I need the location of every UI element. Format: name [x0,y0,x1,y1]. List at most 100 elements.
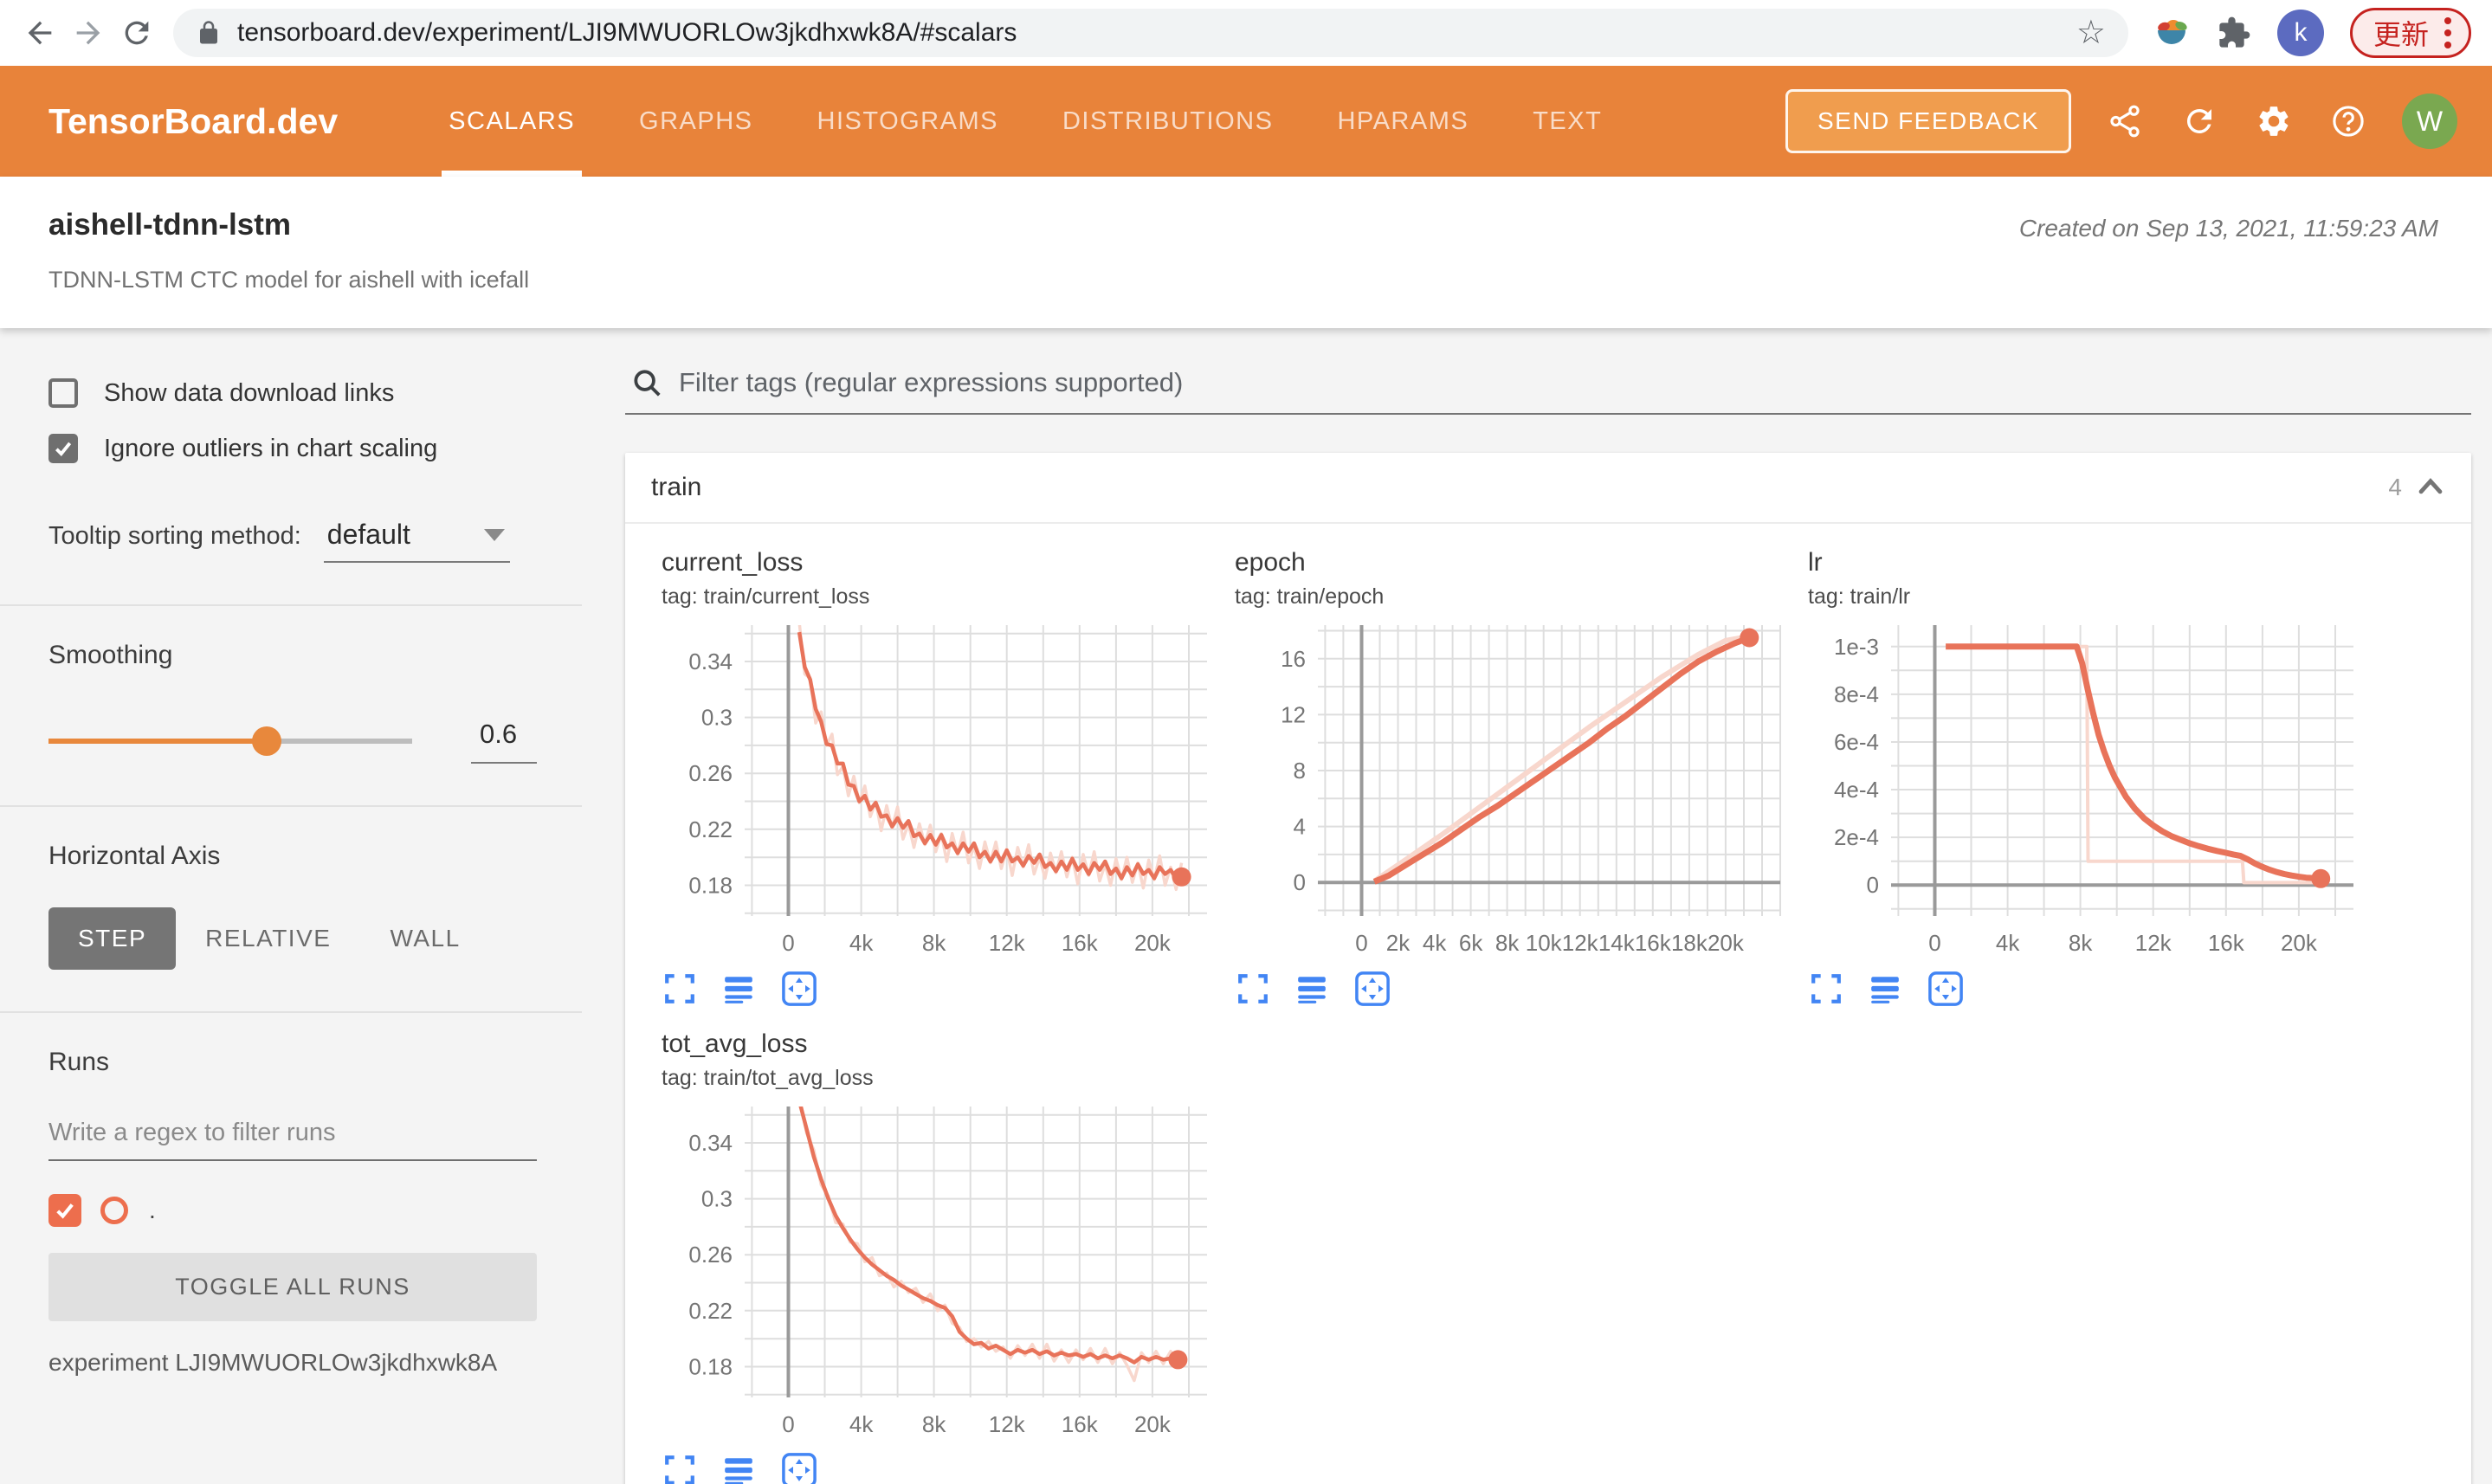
experiment-header: aishell-tdnn-lstm TDNN-LSTM CTC model fo… [0,177,2492,328]
browser-profile-avatar[interactable]: k [2276,10,2324,56]
line-chart[interactable]: 0 2k 4k 6k 8k 10k 12k 14k 16k 18k 20k 0 4 8 12 16 [1235,618,1789,967]
svg-text:0.22: 0.22 [688,816,733,842]
app-logo: TensorBoard.dev [48,100,339,141]
refresh-icon[interactable] [2179,100,2220,142]
runs-selector-icon[interactable] [722,972,755,1005]
runs-selector-icon[interactable] [1295,972,1328,1005]
tooltip-sorting-select[interactable]: default [323,519,510,563]
filter-tags-row [625,366,2471,415]
svg-text:0: 0 [1928,930,1940,956]
ignore-outliers-checkbox[interactable]: Ignore outliers in chart scaling [48,434,537,463]
chevron-down-icon [483,528,505,541]
svg-text:8k: 8k [922,930,946,956]
extension-bowl-icon[interactable] [2153,14,2191,52]
chevron-up-icon[interactable] [2416,475,2445,500]
smoothing-value-input[interactable]: 0.6 [471,719,537,764]
svg-text:12k: 12k [989,1411,1026,1437]
url-bar[interactable]: tensorboard.dev/experiment/LJI9MWUORLOw3… [173,9,2128,57]
svg-text:8k: 8k [1495,930,1520,956]
svg-text:20k: 20k [1708,930,1745,956]
bookmark-star-icon[interactable]: ☆ [2076,16,2106,49]
filter-tags-input[interactable] [679,367,2468,398]
train-group-header[interactable]: train 4 [625,453,2471,524]
expand-chart-icon[interactable] [1810,972,1843,1005]
tab-histograms[interactable]: HISTOGRAMS [810,66,1005,177]
svg-text:8k: 8k [2069,930,2093,956]
show-download-links-checkbox[interactable]: Show data download links [48,378,537,408]
extensions-puzzle-icon[interactable] [2217,16,2251,50]
svg-text:0.34: 0.34 [688,1130,733,1156]
app-header: TensorBoard.dev SCALARS GRAPHS HISTOGRAM… [0,66,2492,177]
axis-wall-button[interactable]: WALL [360,907,489,970]
line-chart[interactable]: 0 4k 8k 12k 16k 20k 0.18 0.22 0.26 0.3 0.34 [662,618,1216,967]
back-button[interactable] [16,9,64,57]
chart-tag: tag: train/tot_avg_loss [662,1066,874,1090]
tab-text[interactable]: TEXT [1526,66,1609,177]
svg-text:1e-3: 1e-3 [1834,634,1879,660]
svg-text:16: 16 [1281,646,1306,672]
line-chart[interactable]: 0 4k 8k 12k 16k 20k 0.18 0.22 0.26 0.3 0.34 [662,1100,1216,1449]
runs-selector-icon[interactable] [722,1454,755,1484]
svg-text:12k: 12k [1562,930,1599,956]
slider-thumb[interactable] [252,726,281,756]
svg-text:0.3: 0.3 [701,705,733,731]
svg-text:8e-4: 8e-4 [1834,681,1879,707]
chart-title: tot_avg_loss [662,1029,808,1058]
settings-gear-icon[interactable] [2253,100,2295,142]
forward-button[interactable] [64,9,113,57]
fit-domain-icon[interactable] [1354,971,1391,1007]
chart-tag: tag: train/current_loss [662,584,870,609]
user-avatar[interactable]: W [2402,94,2457,149]
help-icon[interactable] [2327,100,2369,142]
checkbox-unchecked-icon[interactable] [48,378,78,408]
svg-text:14k: 14k [1598,930,1636,956]
svg-text:6e-4: 6e-4 [1834,729,1879,755]
toggle-all-runs-button[interactable]: TOGGLE ALL RUNS [48,1253,537,1321]
tab-hparams[interactable]: HPARAMS [1330,66,1475,177]
expand-chart-icon[interactable] [663,972,696,1005]
experiment-name: aishell-tdnn-lstm [48,208,292,242]
chart-tag: tag: train/lr [1808,584,1911,609]
run-row[interactable]: . [48,1194,537,1227]
charts-grid: current_loss tag: train/current_loss 0 4k… [625,524,2471,1484]
smoothing-slider[interactable] [48,726,412,756]
group-count: 4 [2388,474,2402,500]
svg-text:20k: 20k [1134,1411,1172,1437]
expand-chart-icon[interactable] [1236,972,1269,1005]
chart-title: current_loss [662,548,804,577]
line-chart[interactable]: 0 4k 8k 12k 16k 20k 0 2e-4 4e-4 6e-4 8e-4 1e-3 [1808,618,2362,967]
tab-distributions[interactable]: DISTRIBUTIONS [1056,66,1280,177]
experiment-description: TDNN-LSTM CTC model for aishell with ice… [48,267,530,293]
tab-scalars[interactable]: SCALARS [442,66,582,177]
svg-text:0.3: 0.3 [701,1186,733,1212]
axis-step-button[interactable]: STEP [48,907,177,970]
tab-graphs[interactable]: GRAPHS [632,66,759,177]
run-name: . [149,1197,156,1223]
share-icon[interactable] [2104,100,2146,142]
axis-relative-button[interactable]: RELATIVE [176,907,360,970]
send-feedback-button[interactable]: SEND FEEDBACK [1785,89,2071,153]
browser-menu-icon[interactable] [2444,17,2451,48]
checkbox-checked-icon[interactable] [48,434,78,463]
svg-text:12k: 12k [2135,930,2172,956]
svg-text:20k: 20k [2281,930,2318,956]
fit-domain-icon[interactable] [781,1452,817,1484]
smoothing-label: Smoothing [48,641,173,669]
svg-text:20k: 20k [1134,930,1172,956]
expand-chart-icon[interactable] [663,1454,696,1484]
svg-text:4k: 4k [849,930,874,956]
runs-selector-icon[interactable] [1869,972,1901,1005]
fit-domain-icon[interactable] [1927,971,1964,1007]
svg-text:8: 8 [1294,758,1306,784]
reload-button[interactable] [113,9,161,57]
svg-text:0.26: 0.26 [688,760,733,786]
chrome-update-button[interactable]: 更新 [2349,8,2471,58]
runs-regex-input[interactable] [48,1110,537,1161]
run-checkbox-icon[interactable] [48,1194,81,1227]
svg-text:0.34: 0.34 [688,648,733,674]
svg-text:0.18: 0.18 [688,1354,733,1380]
fit-domain-icon[interactable] [781,971,817,1007]
runs-label: Runs [48,1048,110,1076]
divider [0,604,582,606]
run-color-swatch[interactable] [100,1197,128,1224]
